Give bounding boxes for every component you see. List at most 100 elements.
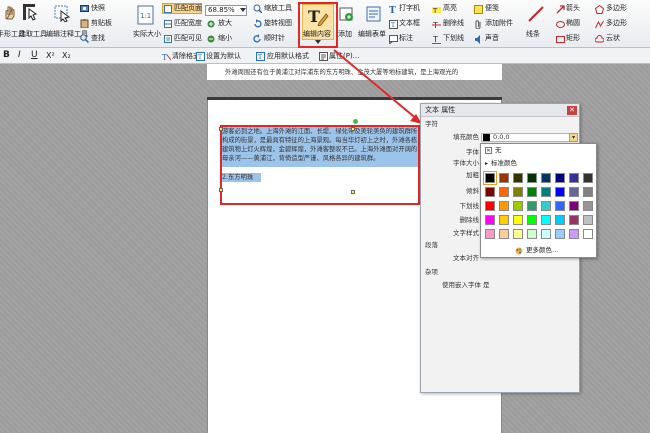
color-swatch[interactable] <box>513 173 523 183</box>
cloud-icon[interactable] <box>595 35 604 44</box>
underline-icon[interactable]: T <box>432 35 441 44</box>
callout-label[interactable]: 标注 <box>399 34 413 43</box>
color-swatch[interactable] <box>499 201 509 211</box>
zoom-tool-icon[interactable] <box>253 4 262 13</box>
embed-font-value[interactable]: 是 <box>483 280 490 290</box>
polyline-label[interactable]: 多边形 <box>606 19 627 28</box>
fill-color-row[interactable]: 填充颜色 0,0,0 ▾ <box>421 132 579 142</box>
polygon-label[interactable]: 多边形 <box>606 4 627 13</box>
color-swatch[interactable] <box>527 173 537 183</box>
color-swatch[interactable] <box>555 215 565 225</box>
color-swatch[interactable] <box>499 173 509 183</box>
color-swatch[interactable] <box>513 229 523 239</box>
text-block[interactable]: 游客必到之地。上海外滩的江面、长堤、绿化带及美轮美奂的建筑群所构成的街景，是最具… <box>222 127 418 187</box>
actual-size-label[interactable]: 实际大小 <box>133 30 161 39</box>
section-character[interactable]: 字符 <box>421 119 579 129</box>
zoom-in-icon[interactable] <box>207 20 215 28</box>
color-swatch[interactable] <box>541 215 551 225</box>
color-swatch[interactable] <box>555 201 565 211</box>
color-swatch[interactable] <box>583 187 593 197</box>
color-swatch[interactable] <box>513 187 523 197</box>
color-swatch[interactable] <box>569 201 579 211</box>
bold-button[interactable]: B <box>3 51 10 60</box>
panel-close-button[interactable]: ✕ <box>567 106 577 115</box>
apply-default-icon[interactable]: T <box>256 52 265 61</box>
color-swatch[interactable] <box>541 201 551 211</box>
color-swatch[interactable] <box>483 171 497 185</box>
zoom-dropdown-icon[interactable] <box>240 7 246 13</box>
highlight-icon[interactable]: T <box>432 5 441 14</box>
fit-width-icon[interactable] <box>164 20 172 28</box>
strikeout-label[interactable]: 删除线 <box>443 19 464 28</box>
color-swatch[interactable] <box>555 173 565 183</box>
zoom-out-icon[interactable] <box>207 35 215 43</box>
more-colors-label[interactable]: 更多颜色... <box>526 246 558 255</box>
color-swatch[interactable] <box>555 187 565 197</box>
rotate-view-label[interactable]: 旋转视图 <box>264 19 292 28</box>
no-color-icon[interactable]: ✕ <box>485 147 492 154</box>
add-label[interactable]: 添加 <box>338 30 352 39</box>
resize-handle-bm[interactable] <box>351 190 355 194</box>
edit-form-label[interactable]: 编辑表单 <box>358 30 386 39</box>
rectangle-label[interactable]: 矩形 <box>566 34 580 43</box>
color-swatch[interactable] <box>541 173 551 183</box>
polyline-icon[interactable] <box>595 20 604 29</box>
snapshot-label[interactable]: 快照 <box>91 4 105 13</box>
color-swatch[interactable] <box>527 201 537 211</box>
color-swatch[interactable] <box>485 215 495 225</box>
underline-button[interactable]: U <box>31 51 38 60</box>
resize-handle-bl[interactable] <box>219 188 223 192</box>
paragraph-1[interactable]: 游客必到之地。上海外滩的江面、长堤、绿化带及美轮美奂的建筑群所构成的街景，是最具… <box>222 127 418 167</box>
no-color-label[interactable]: 无 <box>495 146 502 155</box>
subscript-button[interactable]: X₂ <box>62 51 71 60</box>
find-icon[interactable] <box>80 34 89 43</box>
color-swatch[interactable] <box>527 187 537 197</box>
ellipse-icon[interactable] <box>556 20 565 29</box>
fill-color-dropdown[interactable]: ▾ <box>569 133 578 142</box>
paragraph-2[interactable]: 2.东方明珠 <box>222 173 262 182</box>
set-default-label[interactable]: 设置为默认 <box>206 52 241 61</box>
line-icon[interactable] <box>527 5 545 23</box>
textbox-label[interactable]: 文本框 <box>399 19 420 28</box>
resize-handle-tl[interactable] <box>219 127 223 131</box>
color-swatch[interactable] <box>555 229 565 239</box>
clipboard-label[interactable]: 剪贴板 <box>91 19 112 28</box>
rectangle-icon[interactable] <box>556 35 565 44</box>
color-swatch[interactable] <box>569 215 579 225</box>
color-swatch[interactable] <box>485 229 495 239</box>
color-swatch[interactable] <box>485 187 495 197</box>
color-swatch[interactable] <box>583 215 593 225</box>
color-swatch[interactable] <box>527 229 537 239</box>
italic-button[interactable]: I <box>18 51 21 60</box>
attach-file-icon[interactable] <box>474 20 483 29</box>
sound-label[interactable]: 声音 <box>485 34 499 43</box>
select-tool-label[interactable]: 选取工具 <box>19 30 47 39</box>
fit-width-label[interactable]: 匹配宽度 <box>174 19 202 28</box>
color-swatch[interactable] <box>583 201 593 211</box>
zoom-in-label[interactable]: 放大 <box>218 19 232 28</box>
ellipse-label[interactable]: 椭圆 <box>566 19 580 28</box>
select-tool-icon[interactable] <box>22 3 38 21</box>
sticky-note-label[interactable]: 便笺 <box>485 4 499 13</box>
set-default-icon[interactable]: T <box>196 52 205 61</box>
edit-annotation-icon[interactable] <box>53 4 71 22</box>
typewriter-icon[interactable]: T <box>389 5 398 14</box>
color-swatch[interactable] <box>499 187 509 197</box>
arrow-icon[interactable] <box>556 5 565 14</box>
actual-size-icon[interactable]: 1:1 <box>137 5 155 25</box>
superscript-button[interactable]: X² <box>46 51 55 60</box>
callout-icon[interactable] <box>389 35 398 44</box>
color-swatch[interactable] <box>499 229 509 239</box>
polygon-icon[interactable] <box>595 5 604 14</box>
attach-file-label[interactable]: 添加附件 <box>485 19 513 28</box>
underline-label[interactable]: 下划线 <box>443 34 464 43</box>
apply-default-label[interactable]: 应用默认格式 <box>267 52 309 61</box>
highlight-label[interactable]: 高亮 <box>443 4 457 13</box>
clockwise-icon[interactable] <box>253 34 262 43</box>
zoom-out-label[interactable]: 缩小 <box>218 34 232 43</box>
clear-format-icon[interactable]: T <box>162 52 171 61</box>
zoom-tool-label[interactable]: 缩放工具 <box>264 4 292 13</box>
section-misc[interactable]: 杂项 <box>421 267 579 277</box>
typewriter-label[interactable]: 打字机 <box>399 4 420 13</box>
color-swatch[interactable] <box>583 173 593 183</box>
